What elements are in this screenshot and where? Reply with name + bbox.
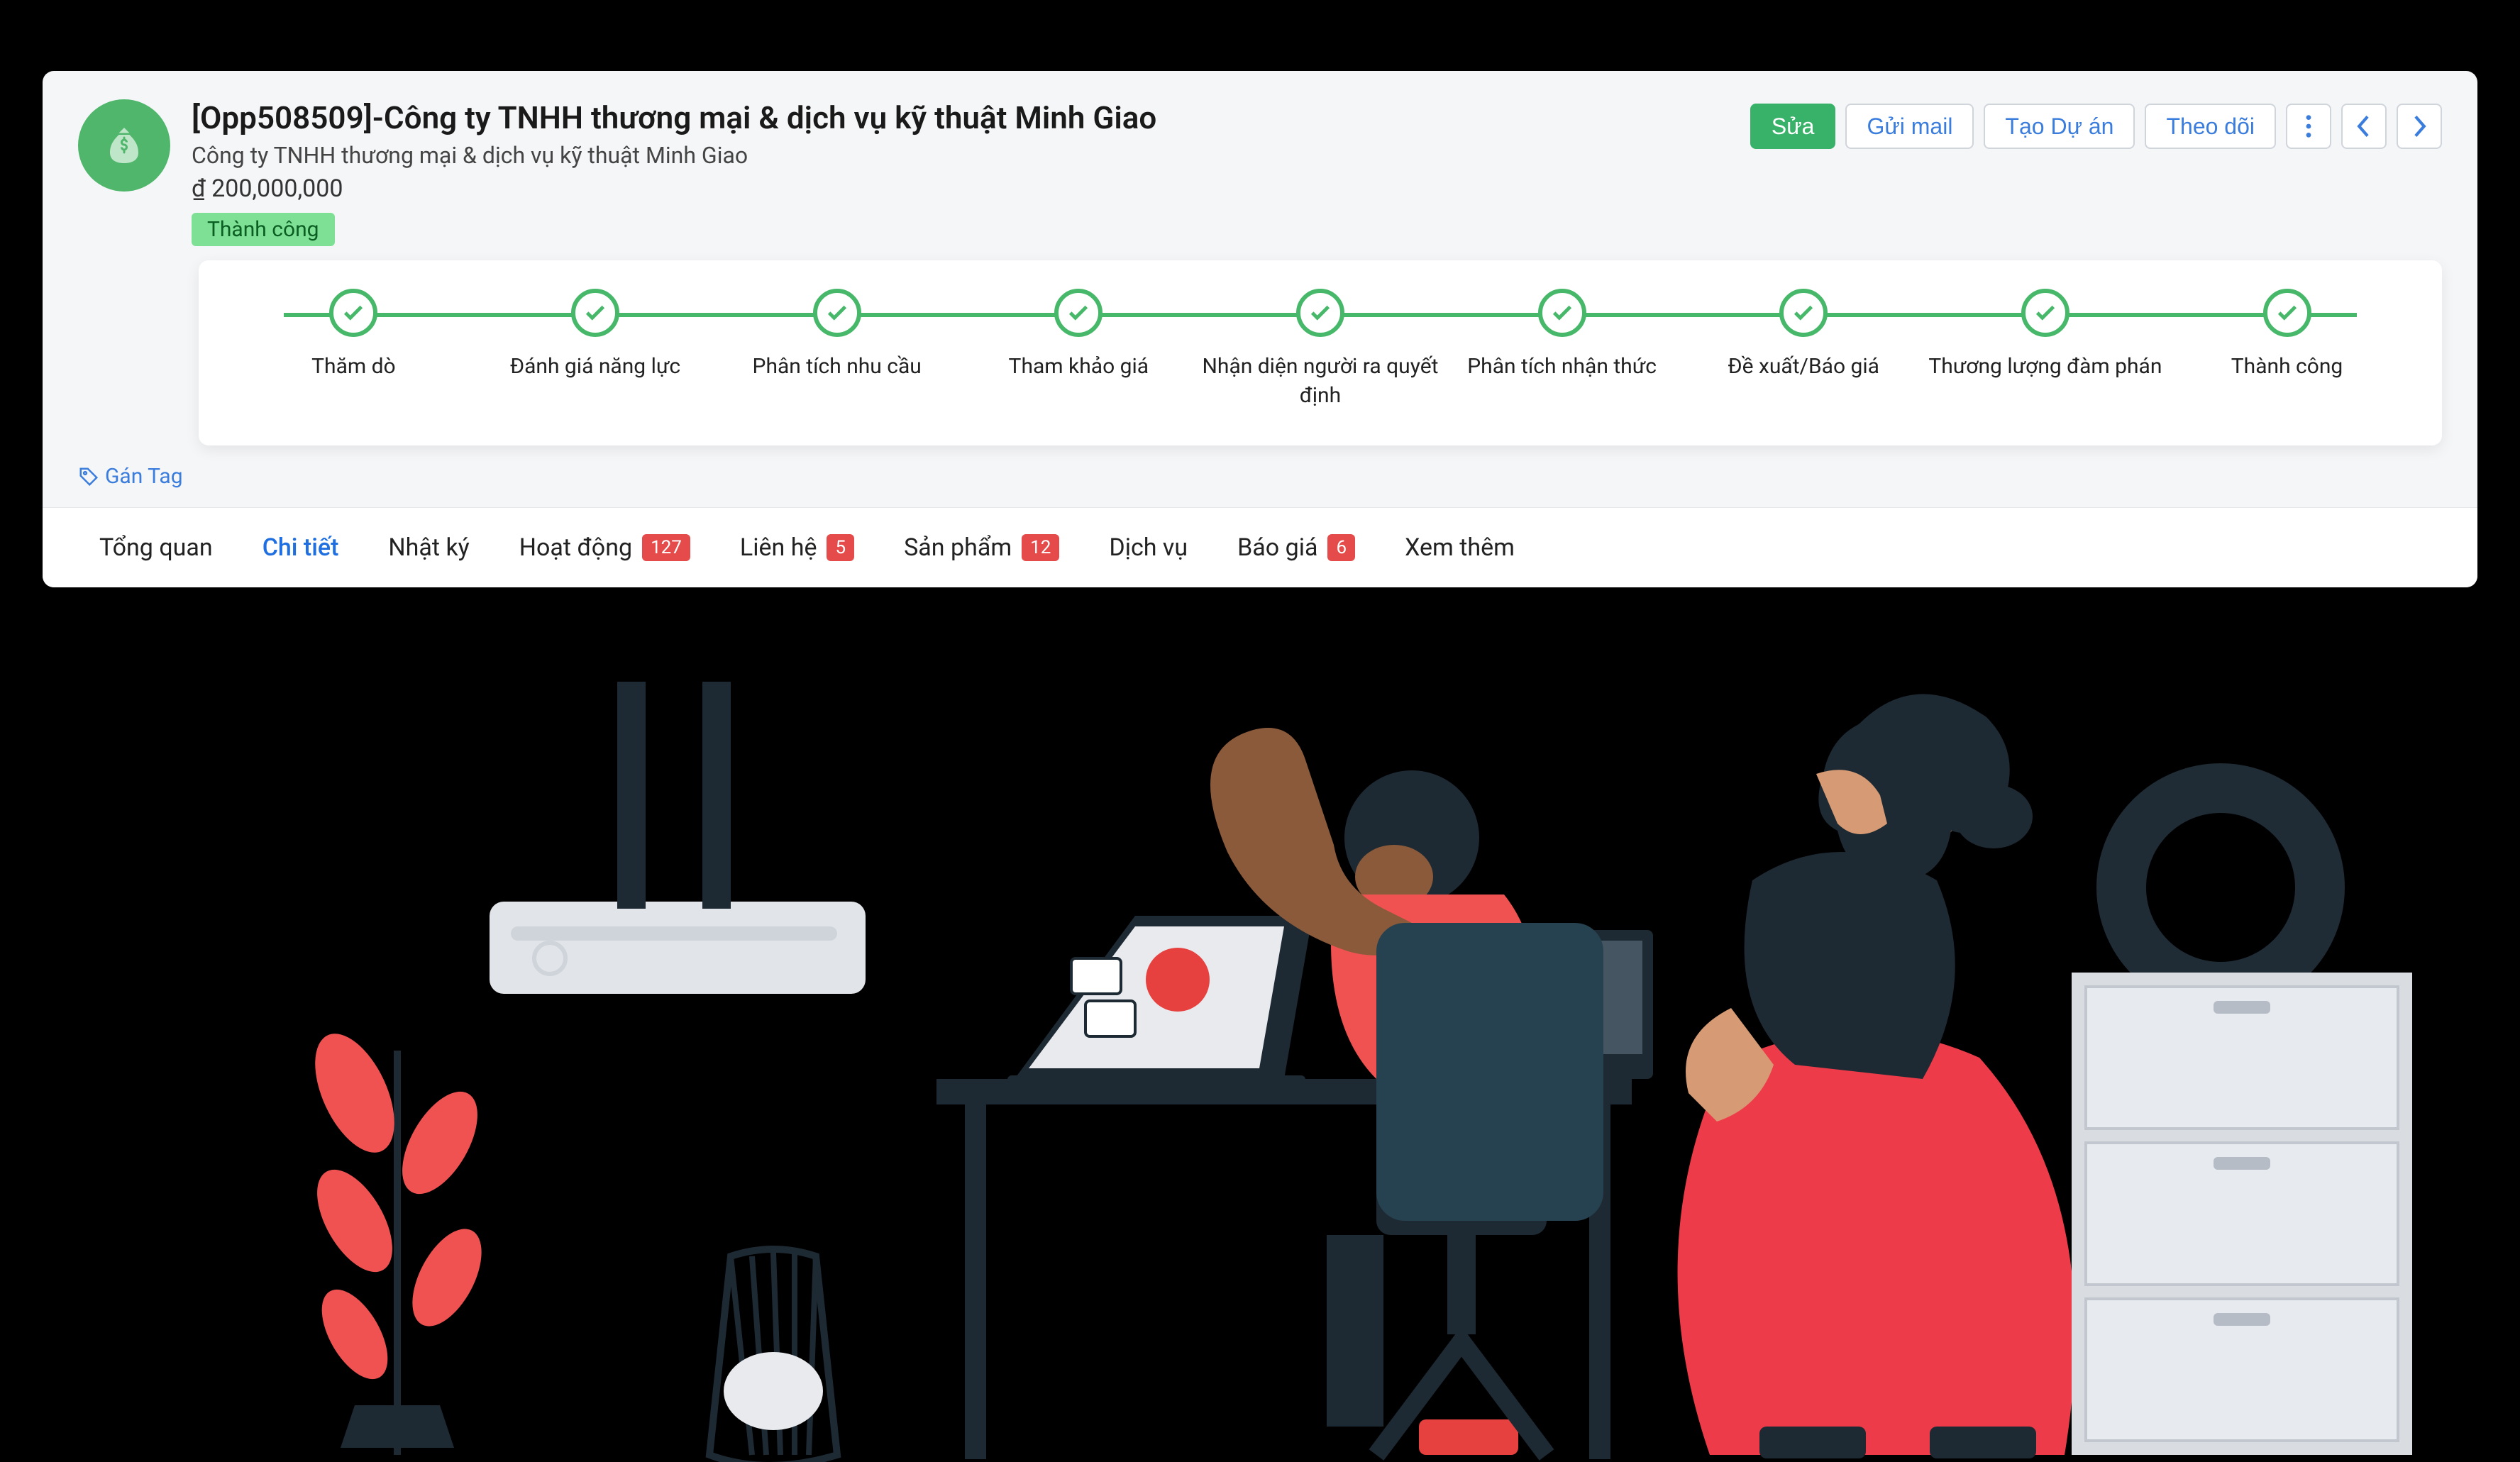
status-badge: Thành công — [192, 213, 335, 246]
step-de-xuat-bao-gia[interactable]: Đề xuất/Báo giá — [1684, 289, 1923, 382]
check-icon — [1791, 301, 1816, 325]
tab-overview[interactable]: Tổng quan — [99, 533, 213, 562]
record-amount: ₫ 200,000,000 — [192, 175, 1729, 203]
check-icon — [341, 301, 365, 325]
check-icon — [2275, 301, 2299, 325]
step-thuong-luong[interactable]: Thương lượng đàm phán — [1925, 289, 2165, 382]
send-mail-button[interactable]: Gửi mail — [1845, 104, 1974, 149]
products-count-badge: 12 — [1022, 534, 1059, 561]
prev-button[interactable] — [2341, 104, 2387, 149]
more-vertical-icon — [2305, 114, 2312, 138]
step-label: Thăm dò — [311, 353, 396, 382]
header-row: [Opp508509]-Công ty TNHH thương mại & dị… — [43, 71, 2477, 253]
tab-activity[interactable]: Hoạt động 127 — [519, 533, 690, 562]
check-icon — [1066, 301, 1090, 325]
tab-more[interactable]: Xem thêm — [1405, 533, 1515, 562]
tab-products[interactable]: Sản phẩm 12 — [904, 533, 1059, 562]
progress-track: Thăm dò Đánh giá năng lực Phân tích nhu … — [234, 289, 2406, 410]
step-nhan-dien-nguoi-quyet-dinh[interactable]: Nhận diện người ra quyết định — [1201, 289, 1440, 410]
step-label: Thành công — [2231, 353, 2343, 382]
money-bag-icon — [103, 124, 145, 167]
step-label: Phân tích nhận thức — [1467, 353, 1657, 382]
step-label: Phân tích nhu cầu — [753, 353, 922, 382]
tag-action-label: Gán Tag — [105, 464, 183, 489]
office-illustration — [0, 682, 2520, 1462]
check-icon — [2033, 301, 2057, 325]
step-phan-tich-nhan-thuc[interactable]: Phân tích nhận thức — [1442, 289, 1681, 382]
quotes-count-badge: 6 — [1327, 534, 1355, 561]
chevron-right-icon — [2411, 114, 2427, 138]
tabs-row: Tổng quan Chi tiết Nhật ký Hoạt động 127… — [43, 507, 2477, 587]
tab-contacts[interactable]: Liên hệ 5 — [740, 533, 854, 562]
tab-quotes[interactable]: Báo giá 6 — [1237, 533, 1355, 562]
step-thanh-cong[interactable]: Thành công — [2167, 289, 2406, 382]
check-icon — [825, 301, 849, 325]
record-title: [Opp508509]-Công ty TNHH thương mại & dị… — [192, 99, 1729, 136]
edit-button[interactable]: Sửa — [1750, 104, 1836, 149]
create-project-button[interactable]: Tạo Dự án — [1984, 104, 2135, 149]
action-buttons: Sửa Gửi mail Tạo Dự án Theo dõi — [1750, 99, 2442, 149]
next-button[interactable] — [2397, 104, 2442, 149]
record-avatar — [78, 99, 170, 192]
more-options-button[interactable] — [2286, 104, 2331, 149]
tab-details[interactable]: Chi tiết — [262, 533, 339, 562]
title-block: [Opp508509]-Công ty TNHH thương mại & dị… — [192, 99, 1729, 246]
step-label: Đánh giá năng lực — [510, 353, 680, 382]
progress-card: Thăm dò Đánh giá năng lực Phân tích nhu … — [199, 260, 2442, 445]
step-label: Tham khảo giá — [1009, 353, 1149, 382]
step-danh-gia-nang-luc[interactable]: Đánh giá năng lực — [476, 289, 715, 382]
tab-services[interactable]: Dịch vụ — [1109, 533, 1188, 562]
record-subtitle: Công ty TNHH thương mại & dịch vụ kỹ thu… — [192, 142, 1729, 169]
step-tham-khao-gia[interactable]: Tham khảo giá — [959, 289, 1198, 382]
contacts-count-badge: 5 — [827, 534, 854, 561]
check-icon — [1308, 301, 1332, 325]
step-label: Thương lượng đàm phán — [1928, 353, 2162, 382]
step-label: Nhận diện người ra quyết định — [1201, 353, 1440, 410]
check-icon — [583, 301, 607, 325]
follow-button[interactable]: Theo dõi — [2145, 104, 2276, 149]
step-label: Đề xuất/Báo giá — [1728, 353, 1879, 382]
step-tham-do[interactable]: Thăm dò — [234, 289, 473, 382]
record-card: [Opp508509]-Công ty TNHH thương mại & dị… — [43, 71, 2477, 587]
activity-count-badge: 127 — [642, 534, 690, 561]
tag-icon — [78, 466, 99, 487]
tag-row[interactable]: Gán Tag — [43, 460, 2477, 507]
step-phan-tich-nhu-cau[interactable]: Phân tích nhu cầu — [717, 289, 956, 382]
chevron-left-icon — [2356, 114, 2372, 138]
tab-journal[interactable]: Nhật ký — [388, 533, 469, 562]
check-icon — [1550, 301, 1574, 325]
